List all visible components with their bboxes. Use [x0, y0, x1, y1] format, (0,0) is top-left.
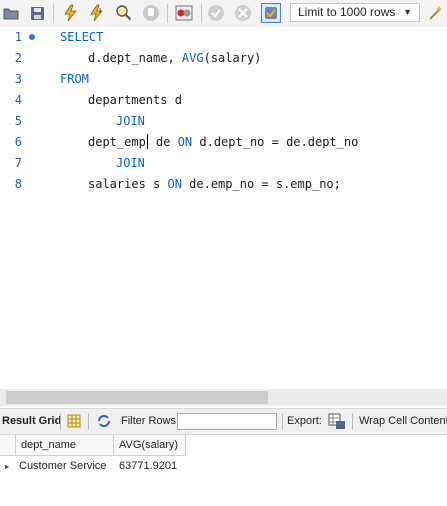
- export-label: Export:: [287, 415, 322, 427]
- filter-rows-input[interactable]: [177, 413, 277, 430]
- chevron-down-icon: ▼: [403, 7, 412, 17]
- explain-icon[interactable]: [114, 3, 134, 23]
- sql-token: departments d: [88, 93, 182, 107]
- svg-text:I: I: [99, 7, 101, 15]
- sql-token: dept_emp: [88, 135, 146, 149]
- line-number: 7: [14, 156, 22, 170]
- sql-editor[interactable]: 1 SELECT 2 d.dept_name, AVG(salary) 3 FROM 4 de…: [0, 27, 447, 389]
- export-icon[interactable]: [328, 413, 346, 433]
- execute-icon[interactable]: [60, 3, 80, 23]
- sql-token: salaries s: [88, 177, 168, 191]
- sql-token: (salary): [203, 51, 262, 65]
- open-folder-icon[interactable]: [1, 3, 21, 23]
- table-cell-dept-name[interactable]: Customer Service: [14, 456, 114, 477]
- code-text: salaries s ON de.emp_no = s.emp_no;: [88, 174, 341, 195]
- line-number: 3: [14, 72, 22, 86]
- sql-token: d.dept_no = de.dept_no: [192, 135, 359, 149]
- filter-rows-label: Filter Rows:: [121, 415, 180, 427]
- code-text: JOIN: [116, 111, 145, 132]
- line-number: 4: [14, 93, 22, 107]
- line-number: 6: [14, 135, 22, 149]
- text-caret: [146, 134, 148, 149]
- refresh-icon[interactable]: [96, 414, 112, 431]
- sql-token: de.emp_no = s.emp_no;: [181, 177, 341, 191]
- line-number: 8: [14, 177, 22, 191]
- query-toolbar: I Limit to 1000 rows ▼: [0, 0, 447, 28]
- line-number: 2: [14, 51, 22, 65]
- result-grid-tab[interactable]: Result Grid: [2, 409, 61, 434]
- row-pointer-icon: ▸: [4, 462, 9, 471]
- code-text: dept_emp de ON d.dept_no = de.dept_no: [88, 132, 358, 153]
- code-text: departments d: [88, 90, 182, 111]
- stop-icon[interactable]: [141, 3, 161, 23]
- editor-line[interactable]: 1 SELECT: [0, 27, 447, 48]
- grid-view-icon[interactable]: [67, 414, 81, 431]
- rollback-icon[interactable]: [233, 3, 253, 23]
- code-text: FROM: [60, 69, 89, 90]
- save-icon[interactable]: [27, 3, 47, 23]
- sql-token: de: [148, 135, 178, 149]
- sql-keyword: ON: [177, 135, 193, 149]
- sql-keyword: AVG: [181, 51, 204, 65]
- commit-icon[interactable]: [206, 3, 226, 23]
- column-header-dept-name[interactable]: dept_name: [16, 435, 114, 456]
- beautify-icon[interactable]: [426, 3, 446, 23]
- limit-rows-value: Limit to 1000 rows: [298, 5, 396, 19]
- wrap-cell-content-label[interactable]: Wrap Cell Content:: [359, 409, 447, 434]
- editor-line[interactable]: 8 salaries s ON de.emp_no = s.emp_no;: [0, 174, 447, 195]
- table-cell-avg-salary[interactable]: 63771.9201: [114, 456, 194, 477]
- sql-keyword: JOIN: [116, 114, 145, 128]
- toggle-error-icon[interactable]: [174, 3, 194, 23]
- code-text: SELECT: [60, 27, 103, 48]
- statement-marker-icon: [29, 34, 35, 40]
- line-number: 1: [14, 30, 22, 44]
- limit-rows-select[interactable]: Limit to 1000 rows ▼: [290, 3, 420, 22]
- column-header-avg-salary[interactable]: AVG(salary): [114, 435, 186, 456]
- sql-keyword: ON: [167, 177, 182, 191]
- scrollbar-thumb[interactable]: [6, 391, 268, 404]
- sql-keyword: JOIN: [116, 156, 145, 170]
- row-header-corner: [0, 435, 16, 456]
- editor-horizontal-scrollbar[interactable]: [0, 389, 447, 406]
- line-number: 5: [14, 114, 22, 128]
- autocommit-icon[interactable]: [261, 3, 281, 23]
- sql-keyword: SELECT: [60, 30, 104, 44]
- result-toolbar: Result Grid Filter Rows: Export: Wrap Ce…: [0, 408, 447, 435]
- editor-line[interactable]: 5 JOIN: [0, 111, 447, 132]
- result-grid: dept_name AVG(salary) ▸ Customer Service…: [0, 435, 447, 506]
- editor-line[interactable]: 7 JOIN: [0, 153, 447, 174]
- editor-line[interactable]: 4 departments d: [0, 90, 447, 111]
- execute-current-icon[interactable]: I: [87, 3, 107, 23]
- code-text: JOIN: [116, 153, 145, 174]
- editor-line[interactable]: 2 d.dept_name, AVG(salary): [0, 48, 447, 69]
- sql-token: d.dept_name,: [88, 51, 182, 65]
- sql-keyword: FROM: [60, 72, 89, 86]
- code-text: d.dept_name, AVG(salary): [88, 48, 261, 69]
- editor-line[interactable]: 6 dept_emp de ON d.dept_no = de.dept_no: [0, 132, 447, 153]
- editor-line[interactable]: 3 FROM: [0, 69, 447, 90]
